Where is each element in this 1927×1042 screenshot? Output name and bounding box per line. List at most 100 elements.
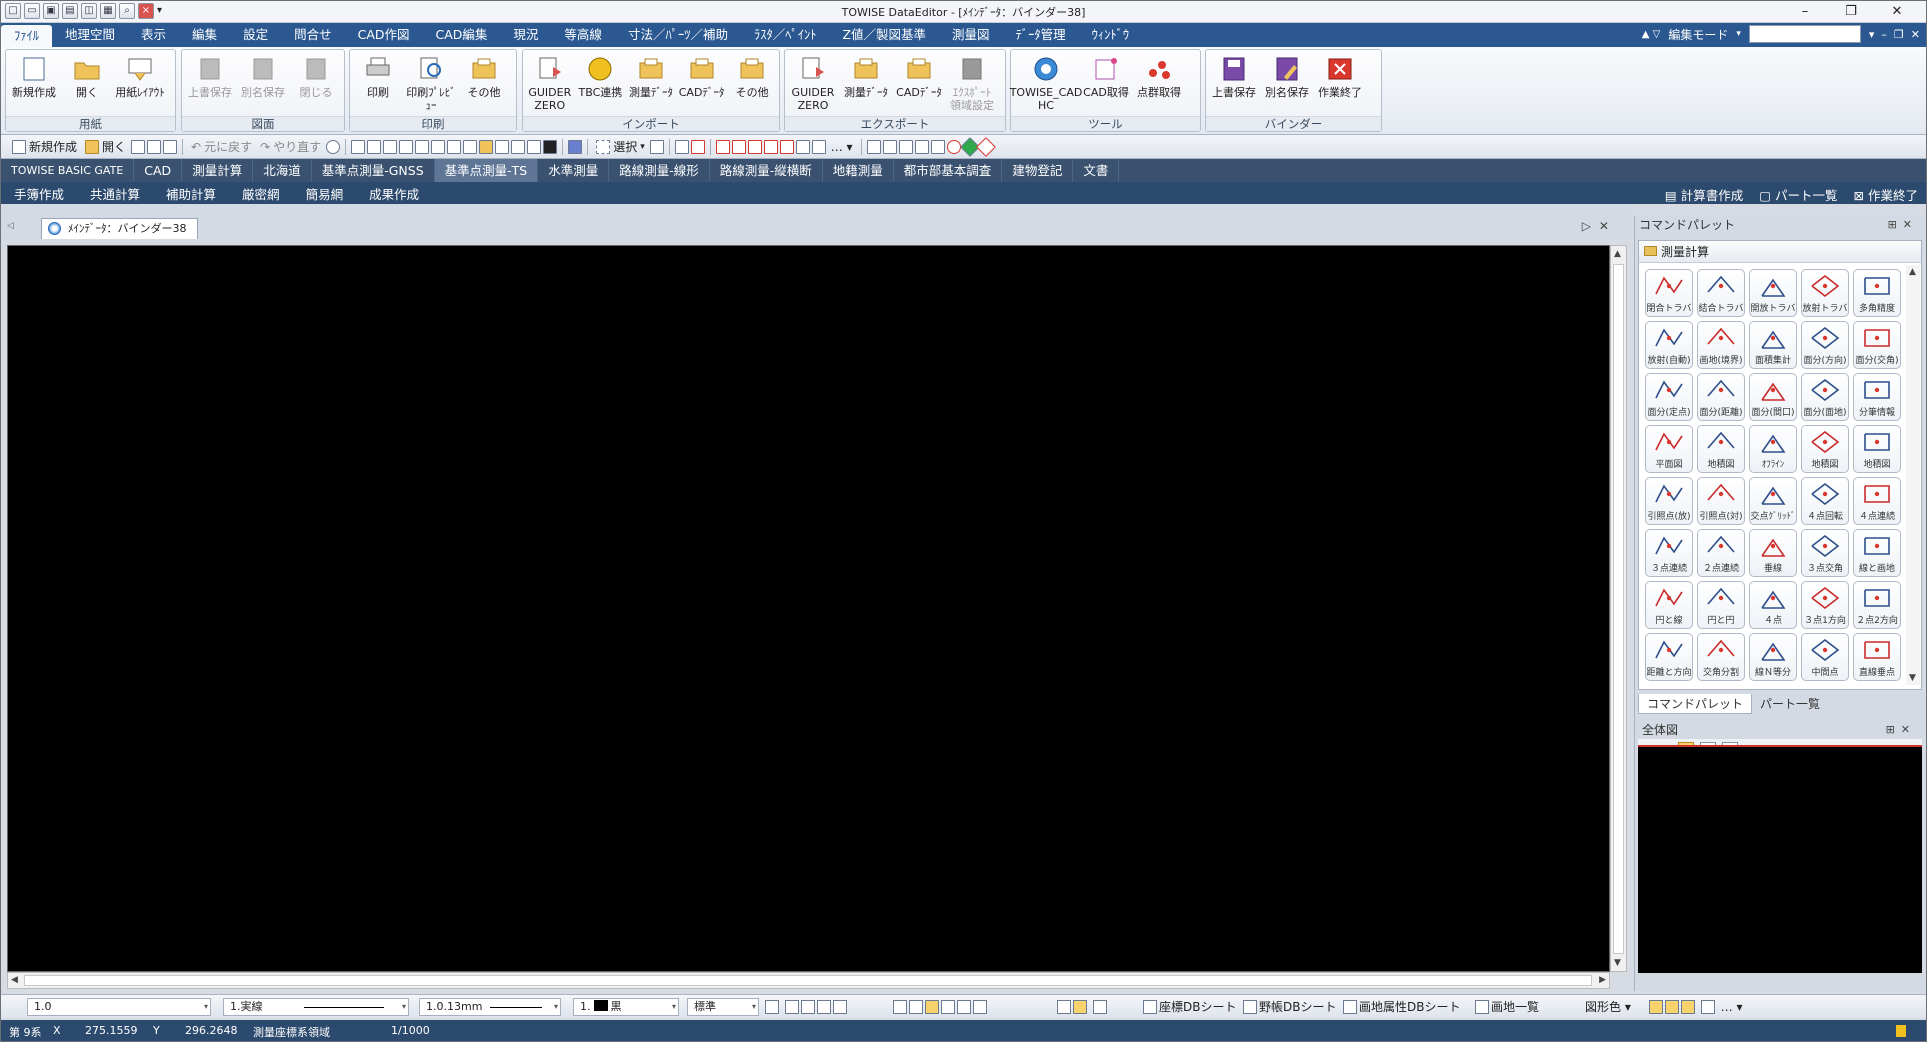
scale-select[interactable]: 1.0 ▾ <box>27 998 211 1016</box>
parcel-list-button[interactable]: 画地一覧 <box>1475 998 1539 1016</box>
scroll-thumb[interactable] <box>24 975 1592 986</box>
preview-icon[interactable] <box>163 139 178 154</box>
undo-button[interactable]: ↶ 元に戻す <box>188 137 255 157</box>
scroll-thumb[interactable] <box>1613 264 1624 954</box>
panel-pin-close-icon[interactable]: ⊞✕ <box>1886 721 1916 739</box>
palette-scrollbar[interactable]: ▲ ▼ <box>1906 265 1920 685</box>
command-button[interactable]: ３点交角 <box>1801 529 1849 577</box>
menu-z-value[interactable]: Z値／製図基準 <box>829 23 939 47</box>
command-button[interactable]: ４点 <box>1749 581 1797 629</box>
command-button[interactable]: 線Ｎ等分 <box>1749 633 1797 681</box>
new-paper-button[interactable]: 新規作成 <box>8 52 60 118</box>
zoom-all-icon[interactable] <box>367 139 382 154</box>
tab-urban-survey[interactable]: 都市部基本調査 <box>894 159 1003 182</box>
height-icon[interactable] <box>930 139 945 154</box>
command-button[interactable]: ｵﾌﾗｲﾝ <box>1749 425 1797 473</box>
tab-route-alignment[interactable]: 路線測量-線形 <box>609 159 710 182</box>
command-button[interactable]: ４点回転 <box>1801 477 1849 525</box>
scroll-down-icon[interactable]: ▼ <box>1614 958 1621 968</box>
command-button[interactable]: 面分(交角) <box>1853 321 1901 369</box>
import-other-button[interactable]: その他 <box>727 52 777 118</box>
export-guider-zero-button[interactable]: GUIDER ZERO <box>787 52 839 118</box>
select-option-icon[interactable] <box>649 139 664 154</box>
parcel-attr-db-sheet-button[interactable]: 画地属性DBシート <box>1343 998 1460 1016</box>
tab-scroll-left-icon[interactable]: ◁ <box>7 221 14 231</box>
linewidth-select[interactable]: 1.0.13mm ▾ <box>419 998 561 1016</box>
export-region-button[interactable]: ｴｸｽﾎﾟｰﾄ 領域設定 <box>946 52 998 118</box>
command-button[interactable]: 交点ｸﾞﾘｯﾄﾞ <box>1749 477 1797 525</box>
tab-route-profile[interactable]: 路線測量-縦横断 <box>710 159 823 182</box>
mode-dropdown-icon[interactable]: ▾ <box>1736 29 1741 39</box>
command-button[interactable]: 垂線 <box>1749 529 1797 577</box>
print-button[interactable]: 印刷 <box>352 52 404 118</box>
snap-end-icon[interactable] <box>715 139 730 154</box>
snap-point-icon[interactable] <box>690 139 705 154</box>
tab-cadastral[interactable]: 地籍測量 <box>823 159 894 182</box>
command-button[interactable]: ２点2方向 <box>1853 581 1901 629</box>
more-tools-button[interactable]: … ▾ <box>828 137 856 157</box>
tab-documents[interactable]: 文書 <box>1073 159 1120 182</box>
edit-tools[interactable] <box>1057 998 1109 1016</box>
command-button[interactable]: 引照点(放) <box>1645 477 1693 525</box>
snap-perp-icon[interactable] <box>763 139 778 154</box>
command-button[interactable]: 円と円 <box>1697 581 1745 629</box>
command-button[interactable]: 分筆情報 <box>1853 373 1901 421</box>
diamond-red-icon[interactable] <box>975 136 996 157</box>
cmd-strict-network[interactable]: 厳密網 <box>229 184 293 203</box>
tab-building-registry[interactable]: 建物登記 <box>1002 159 1074 182</box>
palette-category[interactable]: 測量計算 <box>1639 241 1921 263</box>
command-button[interactable]: 地積図 <box>1853 425 1901 473</box>
tbc-link-button[interactable]: TBC連携 <box>576 52 626 118</box>
document-tab-main[interactable]: ﾒｲﾝﾃﾞｰﾀ：バインダー38 <box>41 218 198 239</box>
pen-tools[interactable] <box>765 998 849 1016</box>
zoom-window-icon[interactable] <box>351 139 366 154</box>
circle-point-icon[interactable] <box>946 139 961 154</box>
panel-pin-close-icon[interactable]: ⊞✕ <box>1888 216 1918 234</box>
tab-control-ts[interactable]: 基準点測量-TS <box>434 159 539 182</box>
zoom-fit-icon[interactable] <box>399 139 414 154</box>
settings-gear-icon[interactable] <box>568 139 583 154</box>
command-button[interactable]: 面積集計 <box>1749 321 1797 369</box>
overview-map[interactable] <box>1638 745 1922 973</box>
angle-icon[interactable] <box>882 139 897 154</box>
vertical-scrollbar[interactable]: ▲ ▼ <box>1610 245 1627 972</box>
command-button[interactable]: 多角精度 <box>1853 269 1901 317</box>
import-cad-data-button[interactable]: CADﾃﾞｰﾀ <box>677 52 727 118</box>
cmd-simple-network[interactable]: 簡易網 <box>293 184 357 203</box>
command-button[interactable]: 放射トラバ <box>1801 269 1849 317</box>
fieldbook-db-sheet-button[interactable]: 野帳DBシート <box>1243 998 1336 1016</box>
tab-leveling[interactable]: 水準測量 <box>538 159 610 182</box>
save-as-button[interactable]: 別名保存 <box>237 52 289 118</box>
import-survey-data-button[interactable]: 測量ﾃﾞｰﾀ <box>626 52 676 118</box>
overwrite-save-button[interactable]: 上書保存 <box>184 52 236 118</box>
pointer-icon[interactable] <box>674 139 689 154</box>
menu-settings[interactable]: 設定 <box>230 23 281 47</box>
print-icon[interactable] <box>147 139 162 154</box>
zoom-out-icon[interactable] <box>431 139 446 154</box>
menu-current[interactable]: 現況 <box>500 23 551 47</box>
command-button[interactable]: ２点連続 <box>1697 529 1745 577</box>
dimension-icon[interactable] <box>866 139 881 154</box>
menu-survey-map[interactable]: 測量図 <box>939 23 1003 47</box>
scroll-down-icon[interactable]: ▼ <box>1909 673 1916 683</box>
command-button[interactable]: ４点連続 <box>1853 477 1901 525</box>
close-drawing-button[interactable]: 閉じる <box>290 52 342 118</box>
command-button[interactable]: 線と画地 <box>1853 529 1901 577</box>
restore-button[interactable]: ❐ <box>1828 1 1874 23</box>
layer-icon[interactable] <box>527 139 542 154</box>
command-button[interactable]: 開放トラバ <box>1749 269 1797 317</box>
command-button[interactable]: 放射(自動) <box>1645 321 1693 369</box>
mode-label[interactable]: 編集モード <box>1668 26 1728 43</box>
command-button[interactable]: 中間点 <box>1801 633 1849 681</box>
save-icon[interactable] <box>131 139 146 154</box>
command-button[interactable]: 距離と方向 <box>1645 633 1693 681</box>
number-tools[interactable] <box>893 998 989 1016</box>
menu-query[interactable]: 問合せ <box>281 23 345 47</box>
menu-cad-edit[interactable]: CAD編集 <box>423 23 501 47</box>
mdi-controls[interactable]: ▾ – ❐ ✕ <box>1869 28 1920 41</box>
tab-control-gnss[interactable]: 基準点測量-GNSS <box>312 159 435 182</box>
tab-part-list[interactable]: パート一覧 <box>1752 694 1828 714</box>
command-button[interactable]: 交角分割 <box>1697 633 1745 681</box>
command-button[interactable]: 面分(距離) <box>1697 373 1745 421</box>
color-select[interactable]: 1. 黒 ▾ <box>573 998 679 1016</box>
